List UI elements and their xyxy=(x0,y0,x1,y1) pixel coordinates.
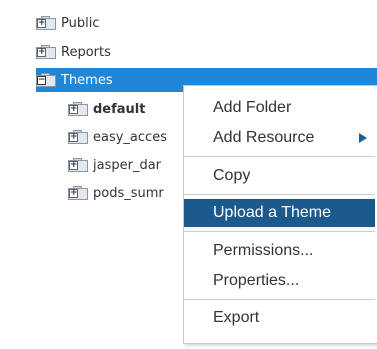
menu-item-permissions[interactable]: Permissions... xyxy=(184,237,375,265)
tree-node-pods-summary[interactable]: + pods_sumr xyxy=(68,181,164,205)
tree-node-default[interactable]: + default xyxy=(68,97,145,121)
menu-item-label: Properties... xyxy=(213,272,300,289)
context-menu: Add Folder Add Resource Copy Upload a Th… xyxy=(183,85,377,344)
menu-item-label: Copy xyxy=(213,167,251,184)
tree-node-label: jasper_dar xyxy=(93,157,162,173)
menu-item-copy[interactable]: Copy xyxy=(184,162,375,190)
tree-node-label: Reports xyxy=(61,44,111,60)
tree-node-easy-access[interactable]: + easy_acces xyxy=(68,125,167,149)
tree-node-jasper-dark[interactable]: + jasper_dar xyxy=(68,153,161,177)
menu-item-label: Export xyxy=(213,309,260,326)
expand-icon[interactable]: + xyxy=(69,189,78,198)
menu-item-label: Add Resource xyxy=(213,129,315,146)
menu-item-label: Permissions... xyxy=(213,242,314,259)
expand-icon[interactable]: + xyxy=(69,133,78,142)
tree-node-label: default xyxy=(93,101,146,117)
menu-item-export[interactable]: Export xyxy=(184,304,375,332)
menu-separator xyxy=(184,231,375,232)
tree-node-reports[interactable]: + Reports xyxy=(36,40,111,64)
tree-node-label: Themes xyxy=(61,72,113,88)
collapse-icon[interactable]: − xyxy=(37,76,46,85)
tree-node-label: easy_acces xyxy=(93,129,167,145)
menu-separator xyxy=(184,299,375,300)
menu-item-add-folder[interactable]: Add Folder xyxy=(184,94,375,122)
expand-icon[interactable]: + xyxy=(69,161,78,170)
folder-icon: + xyxy=(68,158,88,172)
expand-icon[interactable]: + xyxy=(37,48,46,57)
expand-icon[interactable]: + xyxy=(69,105,78,114)
submenu-arrow-icon xyxy=(359,133,367,143)
folder-icon: + xyxy=(68,186,88,200)
tree-node-public[interactable]: + Public xyxy=(36,11,99,35)
menu-separator xyxy=(184,194,375,195)
menu-item-add-resource[interactable]: Add Resource xyxy=(184,124,375,152)
tree-node-label: Public xyxy=(61,15,100,31)
menu-item-properties[interactable]: Properties... xyxy=(184,267,375,295)
folder-icon: + xyxy=(36,45,56,59)
folder-icon: − xyxy=(36,73,56,87)
menu-separator xyxy=(184,156,375,157)
menu-item-upload-theme[interactable]: Upload a Theme xyxy=(184,199,375,227)
tree-node-label: pods_sumr xyxy=(93,185,164,201)
folder-icon: + xyxy=(36,16,56,30)
menu-item-label: Upload a Theme xyxy=(213,204,331,221)
expand-icon[interactable]: + xyxy=(37,19,46,28)
folder-icon: + xyxy=(68,130,88,144)
menu-item-label: Add Folder xyxy=(213,99,292,116)
folder-icon: + xyxy=(68,102,88,116)
